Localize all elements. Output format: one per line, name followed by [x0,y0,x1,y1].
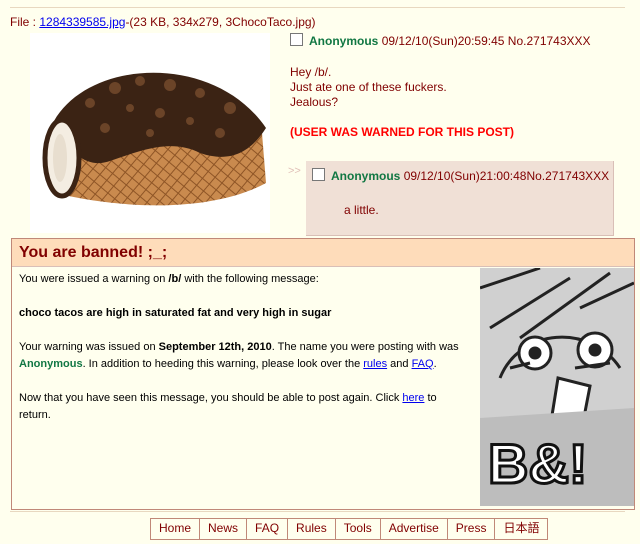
ban-date: September 12th, 2010 [158,341,272,353]
nav-tools[interactable]: Tools [335,519,381,539]
footer-nav: Home News FAQ Rules Tools Advertise Pres… [150,518,549,540]
ban-paragraph-4: Now that you have seen this message, you… [19,392,437,421]
ban-paragraph-1: You were issued a warning on /b/ with th… [19,273,319,285]
ban-box: You are banned! ;_; You were issued a wa… [11,238,635,510]
op-post-header: Anonymous 09/12/10(Sun)20:59:45 No.27174… [290,33,630,48]
top-divider [10,7,625,8]
svg-text:B&!: B&! [488,432,588,495]
choco-taco-thumbnail[interactable] [30,33,270,233]
file-link[interactable]: 1284339585.jpg [39,15,125,29]
reply-post-number[interactable]: No.271743XXX [526,169,609,183]
reply-post: Anonymous 09/12/10(Sun)21:00:48No.271743… [306,161,614,236]
ban-title: You are banned! ;_; [12,239,634,267]
ban-name: Anonymous [19,358,83,370]
faq-link[interactable]: FAQ [412,358,434,370]
op-line: Jealous? [290,95,339,109]
banned-anime-image: B&! [480,268,634,506]
nav-press[interactable]: Press [447,519,496,539]
op-post: Anonymous 09/12/10(Sun)20:59:45 No.27174… [290,33,630,139]
ban-paragraph-3: Your warning was issued on September 12t… [19,341,459,370]
nav-home[interactable]: Home [151,519,201,539]
nav-advertise[interactable]: Advertise [380,519,448,539]
op-post-number[interactable]: No.271743XXX [508,34,591,48]
reply-arrows: >> [288,165,301,177]
choco-taco-image [42,72,266,206]
op-datetime: 09/12/10(Sun)20:59:45 [381,34,505,48]
ban-message: You were issued a warning on /b/ with th… [19,271,469,441]
ban-warning-text: choco tacos are high in saturated fat an… [19,307,332,319]
file-meta: -(23 KB, 334x279, 3ChocoTaco.jpg) [125,15,316,29]
file-info: File : 1284339585.jpg-(23 KB, 334x279, 3… [10,15,316,29]
warned-notice: (USER WAS WARNED FOR THIS POST) [290,125,515,139]
reply-post-body: a little. [344,203,379,217]
ban-board: /b/ [168,273,182,285]
op-post-body: Hey /b/. Just ate one of these fuckers. … [290,65,630,110]
op-select-checkbox[interactable] [290,33,303,46]
nav-news[interactable]: News [200,519,248,539]
rules-link[interactable]: rules [363,358,387,370]
op-line: Just ate one of these fuckers. [290,80,447,94]
nav-rules[interactable]: Rules [288,519,336,539]
op-line: Hey /b/. [290,65,332,79]
nav-faq[interactable]: FAQ [247,519,289,539]
reply-datetime: 09/12/10(Sun)21:00:48 [403,169,527,183]
op-poster-name: Anonymous [309,34,379,48]
reply-post-header: Anonymous 09/12/10(Sun)21:00:48No.271743… [312,168,609,183]
reply-select-checkbox[interactable] [312,168,325,181]
nav-japanese[interactable]: 日本語 [495,519,548,539]
file-label: File : [10,15,40,29]
reply-poster-name: Anonymous [331,169,401,183]
return-here-link[interactable]: here [402,392,424,404]
bottom-divider [10,511,625,512]
